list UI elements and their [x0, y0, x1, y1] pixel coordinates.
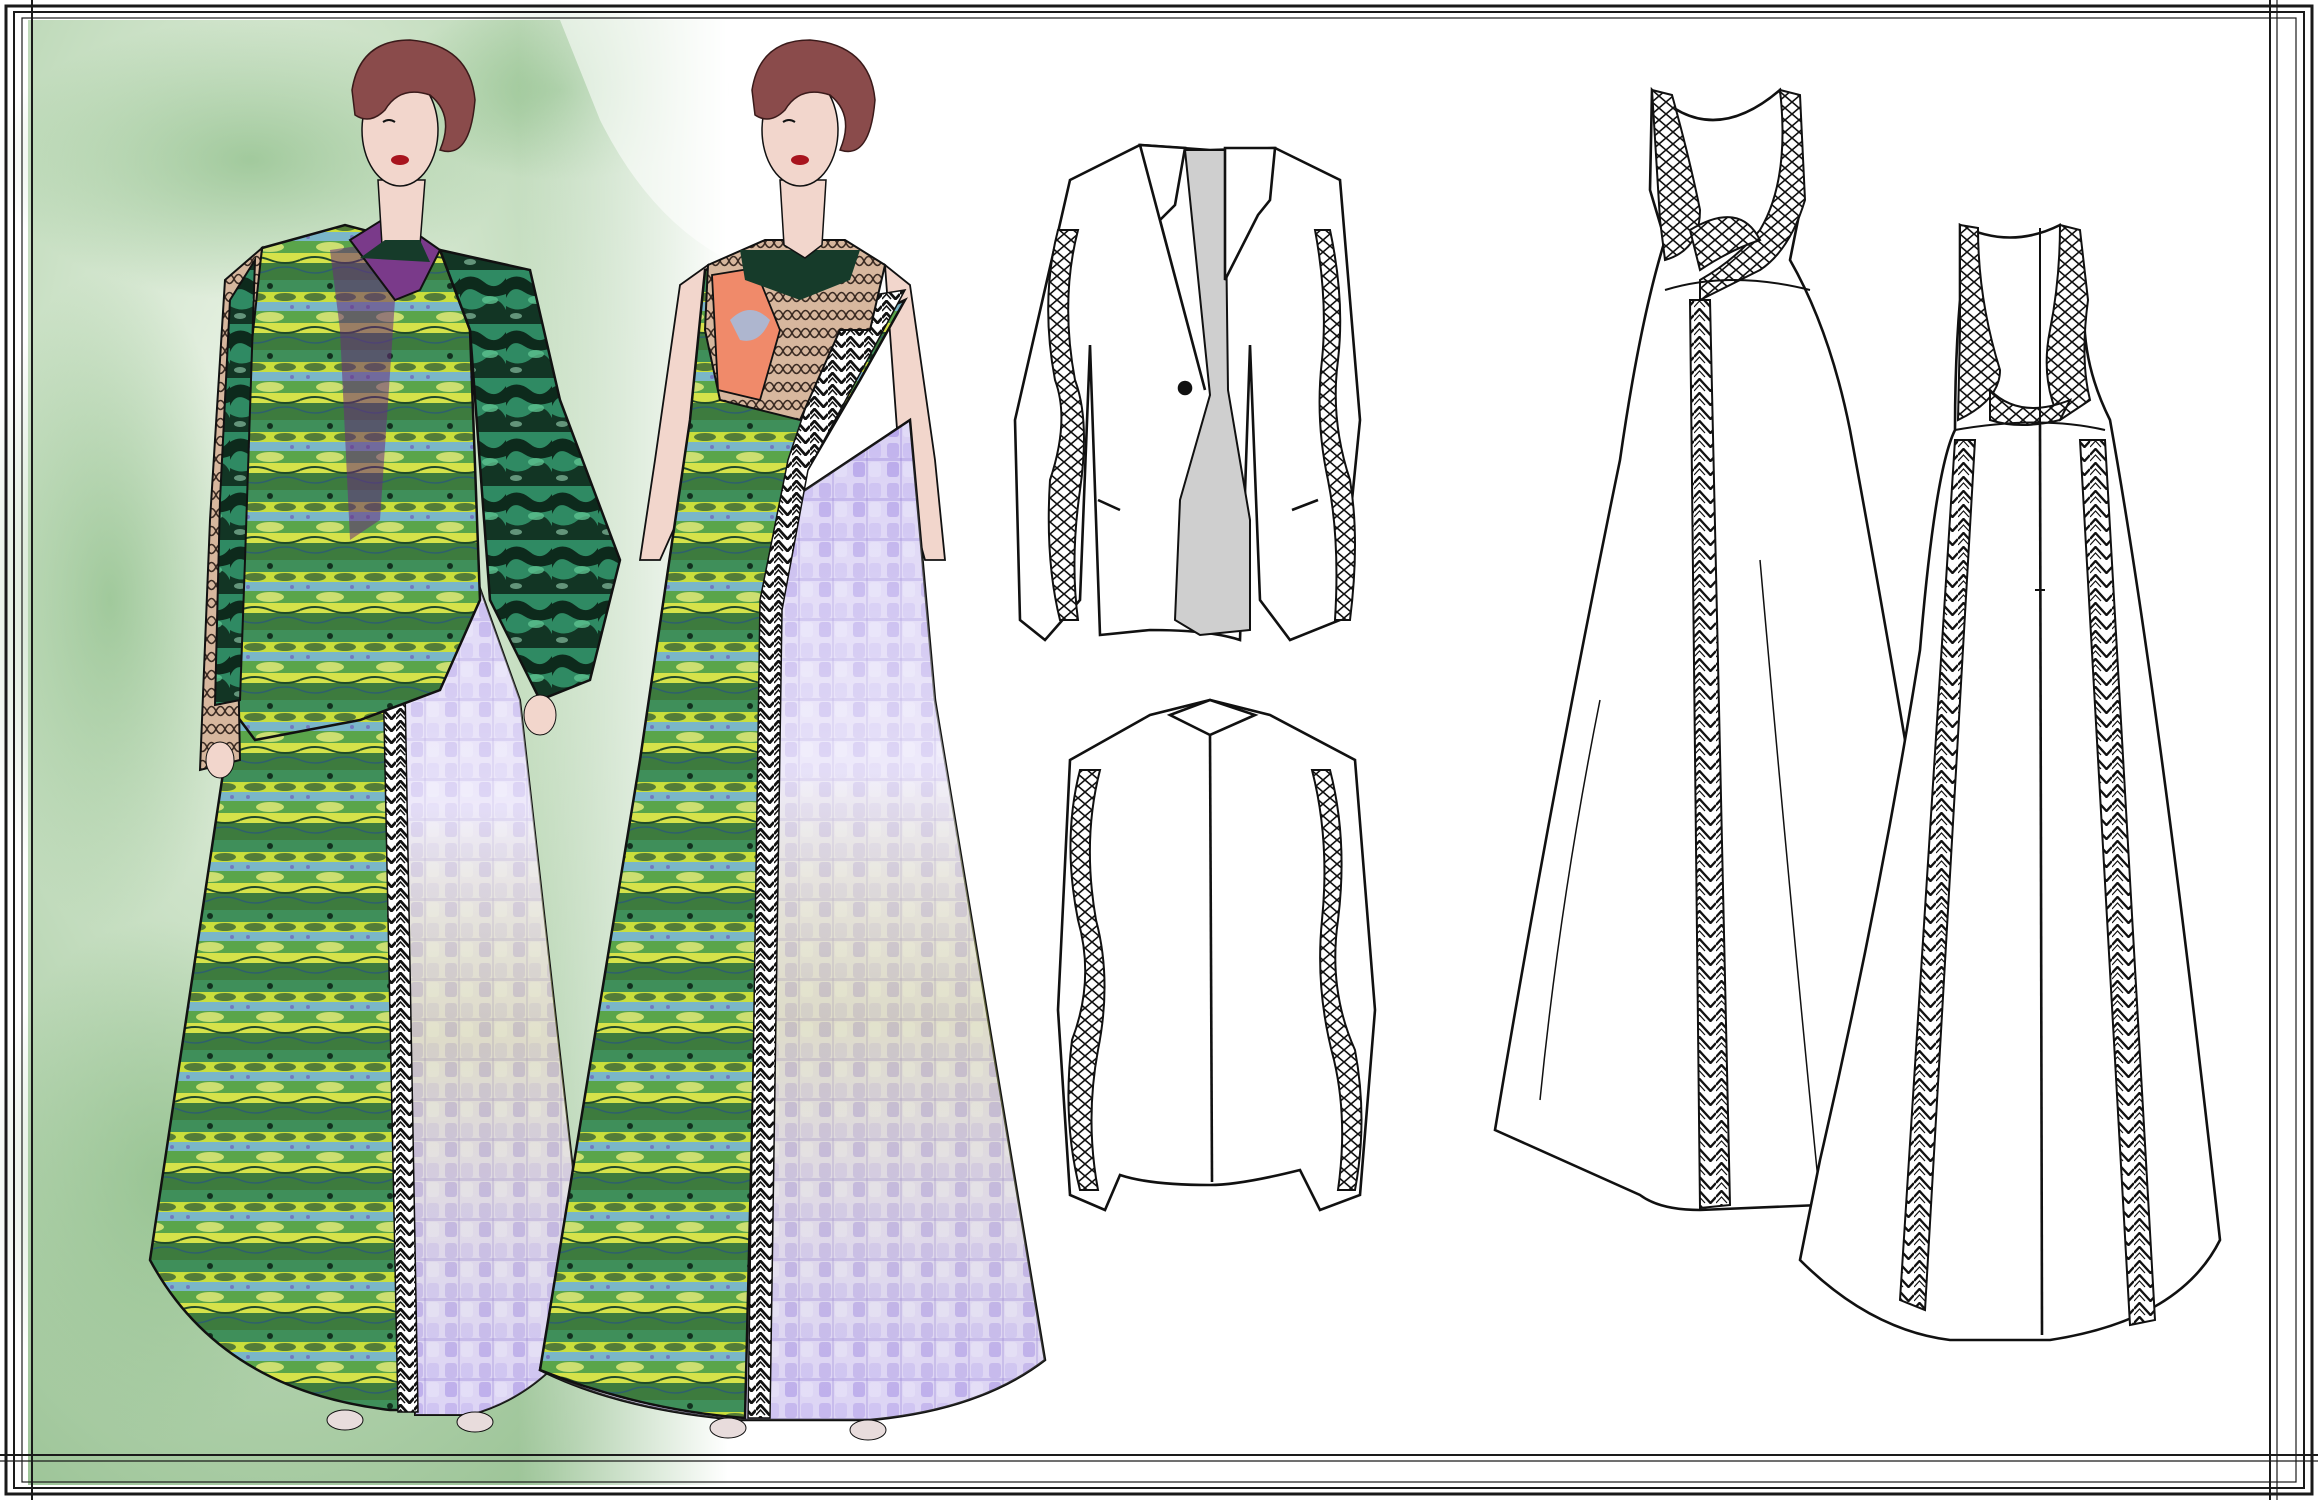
fashion-design-board: [0, 0, 2318, 1500]
flat-blazer-back: [1056, 698, 1377, 1212]
flat-blazer-front: [1013, 143, 1362, 642]
board-canvas: [0, 0, 2318, 1500]
